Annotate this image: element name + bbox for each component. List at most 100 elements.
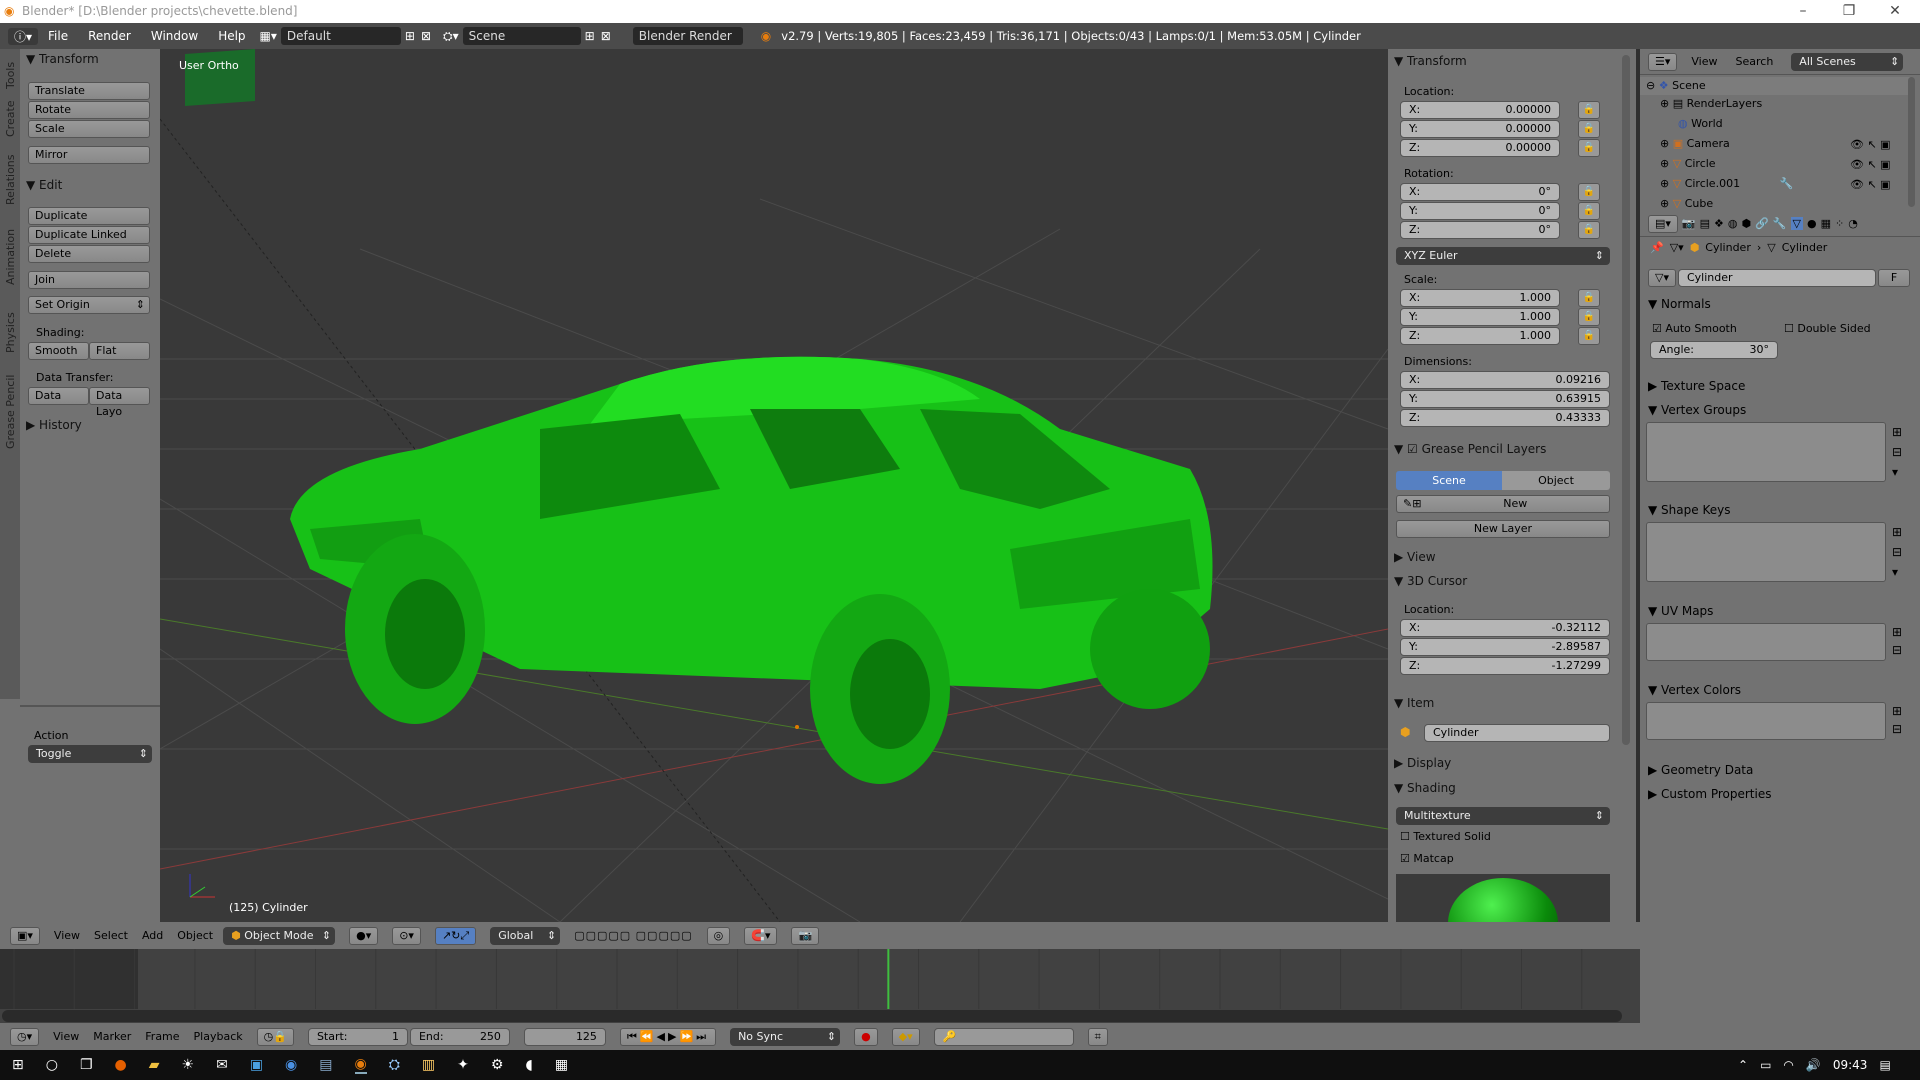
dimensions-y-field[interactable]: Y: 0.63915 xyxy=(1400,390,1610,408)
uv-maps-list[interactable] xyxy=(1646,623,1886,661)
panel-shading[interactable]: ▼ Shading xyxy=(1388,778,1456,798)
pin-icon[interactable]: 📌 xyxy=(1650,241,1664,254)
tab-relations[interactable]: Relations xyxy=(4,154,17,205)
shading-mode-select[interactable]: Multitexture ⇕ xyxy=(1396,807,1610,825)
panel-display[interactable]: ▶ Display xyxy=(1388,753,1451,773)
proportional-edit-icon[interactable]: ◎ xyxy=(706,926,731,945)
menu-view[interactable]: View xyxy=(54,929,80,942)
particles-tab-icon[interactable]: ⁘ xyxy=(1835,217,1844,230)
world-tab-icon[interactable]: ◍ xyxy=(1728,217,1738,230)
scene-tab-icon[interactable]: ❖ xyxy=(1714,217,1724,230)
screen-layout-select[interactable]: Default xyxy=(280,27,401,45)
data-button[interactable]: Data xyxy=(28,387,89,405)
record-icon[interactable]: ● xyxy=(854,1027,878,1046)
lock-scale-y-icon[interactable]: 🔒 xyxy=(1578,308,1600,326)
panel-shape-keys[interactable]: ▼ Shape Keys xyxy=(1640,500,1730,520)
menu-help[interactable]: Help xyxy=(208,23,255,49)
scale-z-field[interactable]: Z: 1.000 xyxy=(1400,327,1560,345)
menu-window[interactable]: Window xyxy=(141,23,208,49)
maximize-button[interactable]: ❐ xyxy=(1826,0,1872,23)
app-icon[interactable]: ◖ xyxy=(525,1057,532,1073)
add-vertex-group-icon[interactable]: ⊞ ⊟ ▾ xyxy=(1892,422,1902,482)
close-button[interactable]: ✕ xyxy=(1872,0,1918,23)
scene-select[interactable]: Scene xyxy=(462,27,581,45)
panel-edit[interactable]: ▼ Edit xyxy=(20,175,62,195)
outliner-row-world[interactable]: ◍ World xyxy=(1678,117,1723,130)
visibility-eye-icon[interactable]: 👁 ↖ ▣ xyxy=(1850,178,1891,191)
panel-grease-pencil-layers[interactable]: ▼ ☑ Grease Pencil Layers xyxy=(1388,439,1546,459)
fake-user-button[interactable]: F xyxy=(1877,269,1910,287)
menu-select[interactable]: Select xyxy=(94,929,128,942)
rotation-y-field[interactable]: Y: 0° xyxy=(1400,202,1560,220)
timeline-scrollbar[interactable] xyxy=(2,1010,1622,1022)
lock-location-y-icon[interactable]: 🔒 xyxy=(1578,120,1600,138)
matcap-preview[interactable] xyxy=(1396,874,1610,922)
render-layers-tab-icon[interactable]: ▤ xyxy=(1700,217,1710,230)
start-frame-field[interactable]: Start: 1 xyxy=(307,1027,408,1046)
set-origin-dropdown[interactable]: Set Origin ⇕ xyxy=(28,296,150,314)
minimize-button[interactable]: – xyxy=(1780,0,1826,23)
rotation-x-field[interactable]: X: 0° xyxy=(1400,183,1560,201)
dimensions-x-field[interactable]: X: 0.09216 xyxy=(1400,371,1610,389)
outliner-row-camera[interactable]: ⊕ ▣ Camera xyxy=(1660,137,1730,150)
tab-animation[interactable]: Animation xyxy=(4,229,17,285)
join-button[interactable]: Join xyxy=(28,271,150,289)
document-icon[interactable]: ▤ xyxy=(319,1057,332,1073)
gp-scene-tab[interactable]: Scene xyxy=(1396,471,1502,490)
vertex-colors-list[interactable] xyxy=(1646,702,1886,740)
add-layout-icon[interactable]: ⊞ xyxy=(405,29,415,43)
material-tab-icon[interactable]: ● xyxy=(1807,217,1817,230)
constraints-tab-icon[interactable]: 🔗 xyxy=(1755,217,1769,230)
shape-keys-list[interactable] xyxy=(1646,522,1886,582)
tab-tools[interactable]: Tools xyxy=(4,62,17,89)
notepad-icon[interactable]: ▥ xyxy=(422,1057,435,1073)
auto-smooth-angle-field[interactable]: Angle: 30° xyxy=(1650,341,1778,359)
start-icon[interactable]: ⊞ xyxy=(12,1057,24,1073)
add-uv-map-icon[interactable]: ⊞ ⊟ xyxy=(1892,623,1902,659)
action-select[interactable]: Toggle ⇕ xyxy=(28,745,152,763)
interaction-mode-select[interactable]: ⬢ Object Mode ⇕ xyxy=(223,926,336,945)
insert-keyframe-icon[interactable]: ⌗ xyxy=(1087,1027,1108,1046)
gp-object-tab[interactable]: Object xyxy=(1502,471,1610,490)
lock-scale-x-icon[interactable]: 🔒 xyxy=(1578,289,1600,307)
panel-item[interactable]: ▼ Item xyxy=(1388,693,1434,713)
manipulator-icon[interactable]: ↗↻⤢ xyxy=(434,926,477,945)
item-name-field[interactable]: Cylinder xyxy=(1424,724,1610,742)
app-icon[interactable]: ▣ xyxy=(250,1057,263,1073)
render-engine-select[interactable]: Blender Render xyxy=(632,27,743,45)
app-icon[interactable]: ✦ xyxy=(457,1057,469,1073)
wifi-icon[interactable]: ◠ xyxy=(1783,1058,1793,1072)
power-icon[interactable]: ▭ xyxy=(1760,1058,1771,1072)
object-tab-icon[interactable]: ⬢ xyxy=(1742,217,1752,230)
outliner-row-scene[interactable]: ⊖ ❖ Scene xyxy=(1640,77,1910,95)
panel-history[interactable]: ▶ History xyxy=(20,415,82,435)
blender-taskbar-icon[interactable]: ◉ xyxy=(354,1056,367,1074)
delete-button[interactable]: Delete xyxy=(28,245,150,263)
rotation-z-field[interactable]: Z: 0° xyxy=(1400,221,1560,239)
mesh-data-tab-icon[interactable]: ▽ xyxy=(1790,217,1803,230)
panel-texture-space[interactable]: ▶ Texture Space xyxy=(1640,376,1745,396)
pivot-point-icon[interactable]: ⊙▾ xyxy=(392,926,421,945)
outliner-editor-type-icon[interactable]: ☰▾ xyxy=(1648,52,1678,71)
outliner-row-renderlayers[interactable]: ⊕ ▤ RenderLayers xyxy=(1660,97,1762,110)
textured-solid-checkbox[interactable]: ☐ Textured Solid xyxy=(1400,830,1491,843)
explorer-icon[interactable]: ▰ xyxy=(149,1057,160,1073)
mirror-button[interactable]: Mirror xyxy=(28,146,150,164)
data-layout-button[interactable]: Data Layo xyxy=(89,387,150,418)
search-icon[interactable]: ○ xyxy=(46,1057,58,1073)
properties-editor-type-icon[interactable]: ▤▾ xyxy=(1648,214,1678,233)
outliner-menu-search[interactable]: Search xyxy=(1736,55,1774,68)
scale-x-field[interactable]: X: 1.000 xyxy=(1400,289,1560,307)
add-shape-key-icon[interactable]: ⊞ ⊟ ▾ xyxy=(1892,522,1902,582)
tab-physics[interactable]: Physics xyxy=(4,312,17,353)
chevron-up-icon[interactable]: ⌃ xyxy=(1738,1058,1748,1072)
panel-transform-n[interactable]: ▼ Transform xyxy=(1388,51,1620,71)
new-layer-button[interactable]: New Layer xyxy=(1396,520,1610,538)
outliner-row-circle-001[interactable]: ⊕ ▽ Circle.001 🔧 xyxy=(1660,177,1793,190)
visibility-eye-icon[interactable]: 👁 ↖ ▣ xyxy=(1850,138,1891,151)
cursor-x-field[interactable]: X: -0.32112 xyxy=(1400,619,1610,637)
npanel-scrollbar[interactable] xyxy=(1622,55,1630,745)
gp-new-button[interactable]: ✎⊞ New xyxy=(1396,495,1610,513)
lock-location-x-icon[interactable]: 🔒 xyxy=(1578,101,1600,119)
double-sided-checkbox[interactable]: ☐ Double Sided xyxy=(1784,322,1871,335)
